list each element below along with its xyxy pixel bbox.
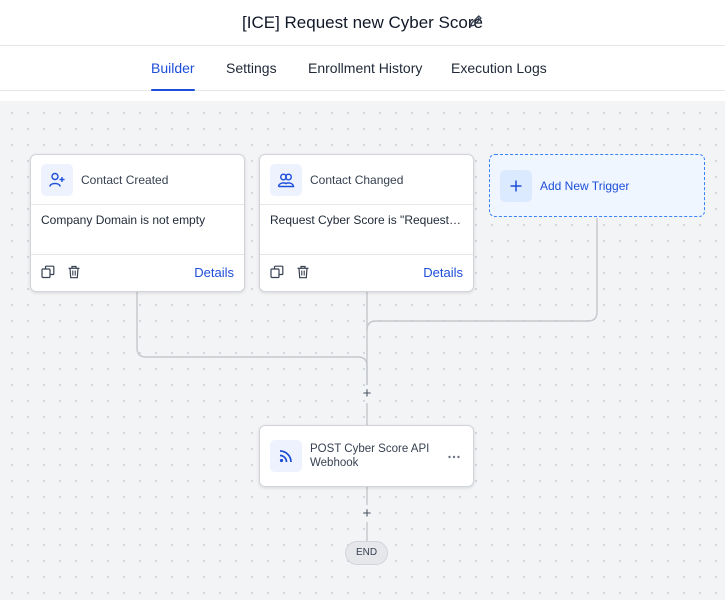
action-icon-box (270, 440, 302, 472)
workflow-header: [ICE] Request new Cyber Score (0, 0, 725, 46)
trash-icon[interactable] (296, 265, 310, 279)
tab-bar: Builder Settings Enrollment History Exec… (0, 46, 725, 91)
trigger-card-footer: Details (31, 255, 244, 291)
action-card-post-webhook[interactable]: POST Cyber Score API Webhook (259, 425, 474, 487)
users-icon (277, 173, 295, 187)
workflow-title: [ICE] Request new Cyber Score (242, 12, 483, 32)
trigger-title: Contact Created (81, 172, 169, 187)
trigger-condition: Request Cyber Score is "Request New ... (260, 205, 473, 255)
details-link[interactable]: Details (423, 265, 463, 280)
trigger-icon-box (270, 163, 302, 196)
end-node: END (345, 541, 388, 565)
tab-execution-logs[interactable]: Execution Logs (451, 46, 547, 91)
trigger-condition: Company Domain is not empty (31, 205, 244, 255)
add-trigger-label: Add New Trigger (540, 178, 630, 193)
user-plus-icon (49, 172, 65, 187)
pencil-icon[interactable] (468, 13, 484, 29)
action-title: POST Cyber Score API Webhook (310, 443, 430, 469)
more-horizontal-icon[interactable] (447, 450, 461, 464)
tab-builder[interactable]: Builder (151, 46, 195, 91)
trigger-card-contact-created[interactable]: Contact Created Company Domain is not em… (30, 154, 245, 292)
tab-settings[interactable]: Settings (226, 46, 277, 91)
trigger-card-contact-changed[interactable]: Contact Changed Request Cyber Score is "… (259, 154, 474, 292)
add-new-trigger-button[interactable]: Add New Trigger (489, 154, 705, 217)
trigger-card-header: Contact Changed (260, 155, 473, 205)
trash-icon[interactable] (67, 265, 81, 279)
trigger-title: Contact Changed (310, 172, 404, 187)
copy-icon[interactable] (41, 265, 55, 279)
copy-icon[interactable] (270, 265, 284, 279)
plus-icon (510, 180, 522, 191)
trigger-card-header: Contact Created (31, 155, 244, 205)
trigger-card-footer: Details (260, 255, 473, 291)
trigger-icon-box (41, 163, 73, 196)
tab-gap (0, 91, 725, 101)
details-link[interactable]: Details (194, 265, 234, 280)
rss-icon (279, 450, 292, 463)
add-trigger-icon-box (500, 169, 532, 202)
add-step-plus-button[interactable]: + (360, 506, 374, 521)
tab-enrollment-history[interactable]: Enrollment History (308, 46, 422, 91)
add-step-plus-button[interactable]: + (360, 386, 374, 401)
